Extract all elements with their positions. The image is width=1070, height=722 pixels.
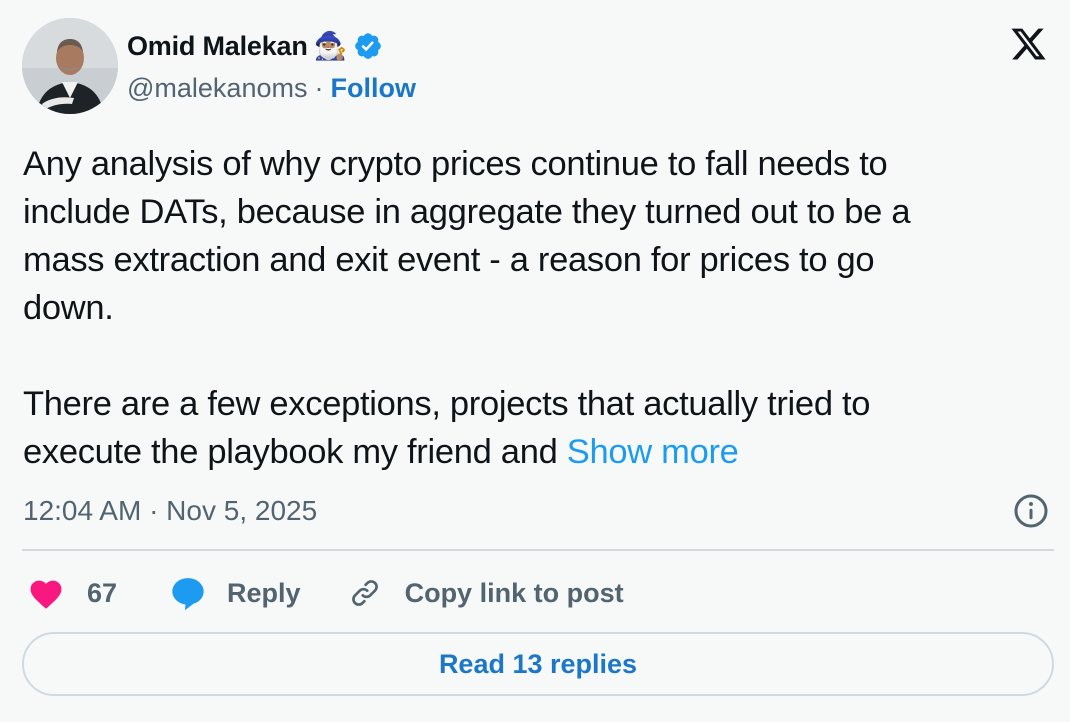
reply-button[interactable]: Reply bbox=[169, 575, 301, 611]
author-name[interactable]: Omid Malekan bbox=[127, 31, 308, 62]
follow-button[interactable]: Follow bbox=[330, 73, 415, 104]
avatar-photo bbox=[22, 18, 118, 114]
author-handle[interactable]: @malekanoms bbox=[127, 73, 307, 104]
tweet-embed-card: Omid Malekan 🧙🏽‍♂️ @malekanoms · Follow … bbox=[0, 0, 1070, 722]
link-icon bbox=[349, 577, 381, 609]
post-line: There are a few exceptions, projects tha… bbox=[23, 385, 871, 423]
reply-label: Reply bbox=[227, 577, 301, 608]
post-line: mass extraction and exit event - a reaso… bbox=[23, 241, 875, 279]
info-icon[interactable] bbox=[1013, 493, 1049, 529]
post-line: down. bbox=[23, 289, 114, 327]
post-actions: 67 Reply Copy link to post bbox=[27, 572, 624, 614]
separator-dot: · bbox=[314, 72, 324, 103]
show-more-link[interactable]: Show more bbox=[567, 433, 739, 471]
wizard-emoji: 🧙🏽‍♂️ bbox=[313, 30, 348, 61]
reply-bubble-icon bbox=[169, 575, 207, 611]
copy-link-button[interactable]: Copy link to post bbox=[349, 577, 624, 609]
copy-link-label: Copy link to post bbox=[404, 577, 624, 608]
heart-icon bbox=[27, 576, 65, 610]
post-timestamp[interactable]: 12:04 AM · Nov 5, 2025 bbox=[23, 493, 317, 529]
author-handle-row: @malekanoms · Follow bbox=[127, 71, 416, 105]
post-line-with-show-more: execute the playbook my friend and Show … bbox=[23, 428, 1053, 476]
author-avatar[interactable] bbox=[22, 18, 118, 114]
timestamp-text: 12:04 AM · Nov 5, 2025 bbox=[23, 495, 318, 526]
divider bbox=[22, 549, 1054, 551]
read-replies-label: Read 13 replies bbox=[438, 648, 638, 679]
post-text: Any analysis of why crypto prices contin… bbox=[23, 140, 1053, 476]
x-logo-icon[interactable] bbox=[1006, 25, 1051, 63]
author-name-row: Omid Malekan 🧙🏽‍♂️ bbox=[127, 28, 383, 64]
post-line: include DATs, because in aggregate they … bbox=[23, 193, 911, 231]
read-replies-button[interactable]: Read 13 replies bbox=[22, 632, 1054, 696]
verified-badge-icon bbox=[353, 31, 383, 61]
post-line-text: execute the playbook my friend and bbox=[23, 433, 558, 471]
like-button[interactable]: 67 bbox=[27, 576, 117, 610]
like-count: 67 bbox=[87, 577, 118, 608]
post-line: Any analysis of why crypto prices contin… bbox=[23, 145, 888, 183]
